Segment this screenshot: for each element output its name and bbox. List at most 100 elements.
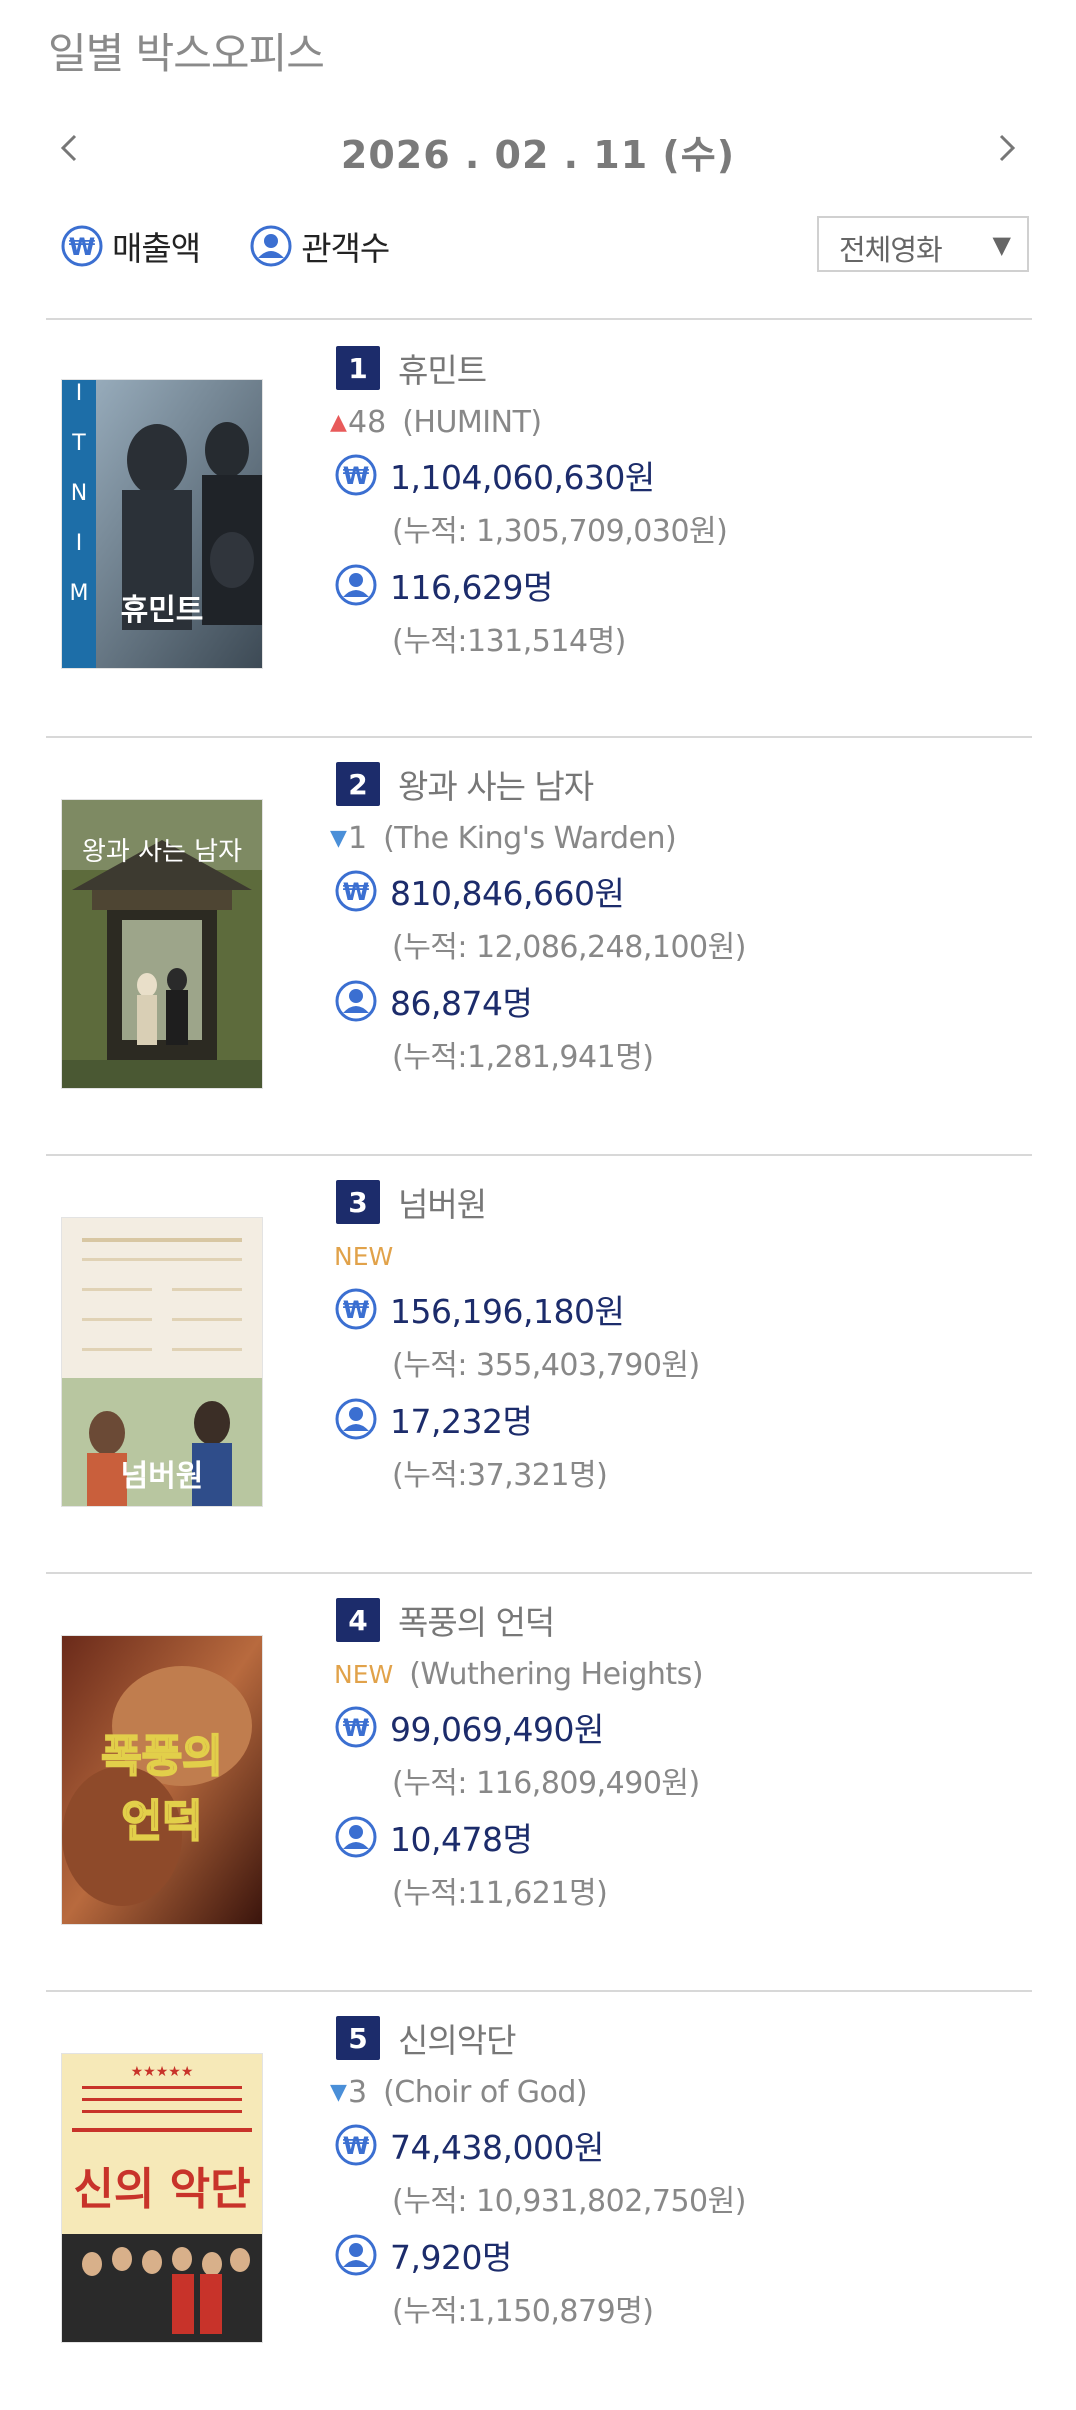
daily-sales: 1,104,060,630원: [390, 458, 655, 497]
audience-row: 17,232명: [334, 1396, 533, 1442]
rank-badge: 1: [336, 346, 380, 390]
arrow-down-icon: ▼: [330, 825, 347, 851]
daily-audience: 7,920명: [390, 2238, 512, 2277]
sales-row: ₩ 1,104,060,630원: [334, 452, 655, 498]
person-icon: [249, 224, 293, 268]
daily-audience: 10,478명: [390, 1820, 533, 1859]
sales-row: ₩ 99,069,490원: [334, 1704, 604, 1750]
person-icon: [334, 563, 378, 607]
rank-change: NEW: [330, 1236, 393, 1276]
person-icon: [334, 1397, 378, 1441]
svg-text:₩: ₩: [343, 2132, 370, 2160]
next-date-button[interactable]: [986, 128, 1026, 168]
date-label: 2026 . 02 . 11 (수): [340, 133, 736, 177]
cumulative-audience: (누적:1,150,879명): [392, 2294, 654, 2329]
svg-text:폭풍의: 폭풍의: [101, 1731, 222, 1782]
legend-sales-label: 매출액: [112, 229, 201, 268]
movie-poster[interactable]: 넘버원: [62, 1218, 262, 1506]
rank-badge: 4: [336, 1598, 380, 1642]
movie-title[interactable]: 왕과 사는 남자: [398, 760, 594, 808]
person-icon: [334, 1815, 378, 1859]
movie-title[interactable]: 신의악단: [398, 2014, 516, 2062]
svg-text:N: N: [71, 481, 87, 506]
movie-title[interactable]: 휴민트: [398, 344, 487, 392]
movie-filter-select[interactable]: 전체영화 ▼: [817, 216, 1029, 272]
legend-sales: ₩ 매출액: [60, 222, 201, 270]
daily-audience: 116,629명: [390, 568, 553, 607]
won-icon: ₩: [334, 1705, 378, 1749]
daily-audience: 86,874명: [390, 984, 533, 1023]
cumulative-audience: (누적:37,321명): [392, 1458, 608, 1493]
rank-row: 2 왕과 사는 남자: [336, 760, 594, 808]
sales-row: ₩ 156,196,180원: [334, 1286, 625, 1332]
cumulative-audience: (누적:131,514명): [392, 624, 626, 659]
movie-item-4[interactable]: 폭풍의 언덕 4 폭풍의 언덕 NEW (Wuthering Heights) …: [46, 1574, 1032, 1992]
movie-item-2[interactable]: 왕과 사는 남자 2 왕과 사는 남자 ▼ 1 (The King's Ward…: [46, 738, 1032, 1156]
svg-text:₩: ₩: [69, 233, 96, 261]
daily-sales: 156,196,180원: [390, 1292, 625, 1331]
audience-row: 7,920명: [334, 2232, 512, 2278]
poster-title-text: 넘버원: [121, 1459, 204, 1494]
svg-text:M: M: [70, 581, 89, 606]
movie-poster[interactable]: 왕과 사는 남자: [62, 800, 262, 1088]
rank-row: 4 폭풍의 언덕: [336, 1596, 555, 1644]
svg-text:T: T: [71, 431, 86, 456]
won-icon: ₩: [334, 1287, 378, 1331]
rank-change: ▼ 1 (The King's Warden): [330, 818, 677, 858]
movie-poster[interactable]: I T N I M 휴민트: [62, 380, 262, 668]
audience-row: 116,629명: [334, 562, 553, 608]
movie-item-5[interactable]: ★★★★★ 신의 악단 5 신의악단 ▼ 3 (Choir of God) ₩ …: [46, 1992, 1032, 2410]
daily-audience: 17,232명: [390, 1402, 533, 1441]
movie-poster[interactable]: ★★★★★ 신의 악단: [62, 2054, 262, 2342]
daily-sales: 810,846,660원: [390, 874, 625, 913]
movie-poster[interactable]: 폭풍의 언덕: [62, 1636, 262, 1924]
svg-text:₩: ₩: [343, 1296, 370, 1324]
cumulative-sales: (누적: 355,403,790원): [392, 1348, 700, 1383]
rank-change: NEW (Wuthering Heights): [330, 1654, 704, 1694]
cumulative-sales: (누적: 116,809,490원): [392, 1766, 700, 1801]
rank-change-value: 3: [348, 2074, 368, 2110]
rank-change: ▲ 48 (HUMINT): [330, 402, 542, 442]
svg-text:★★★★★: ★★★★★: [131, 2064, 194, 2080]
svg-text:I: I: [76, 531, 83, 556]
rank-change-value: 1: [348, 820, 368, 856]
caret-down-icon: ▼: [992, 231, 1011, 259]
new-badge: NEW: [334, 1659, 394, 1689]
chevron-right-icon: [999, 134, 1016, 162]
poster-title-text: 신의 악단: [73, 2164, 250, 2215]
cumulative-sales: (누적: 1,305,709,030원): [392, 514, 728, 549]
svg-text:언덕: 언덕: [122, 1796, 203, 1847]
cumulative-sales: (누적: 12,086,248,100원): [392, 930, 746, 965]
won-icon: ₩: [334, 453, 378, 497]
daily-sales: 99,069,490원: [390, 1710, 604, 1749]
svg-text:₩: ₩: [343, 878, 370, 906]
person-icon: [334, 979, 378, 1023]
page-title: 일별 박스오피스: [48, 29, 325, 78]
movie-filter-value: 전체영화: [839, 233, 943, 267]
movie-title[interactable]: 폭풍의 언덕: [398, 1596, 555, 1644]
movie-title[interactable]: 넘버원: [398, 1178, 487, 1226]
english-title: (Wuthering Heights): [409, 1656, 704, 1692]
svg-text:₩: ₩: [343, 462, 370, 490]
poster-title-text: 휴민트: [121, 593, 204, 628]
rank-change-value: 48: [348, 404, 387, 440]
arrow-down-icon: ▼: [330, 2079, 347, 2105]
daily-sales: 74,438,000원: [390, 2128, 604, 2167]
person-icon: [334, 2233, 378, 2277]
legend-audience: 관객수: [249, 222, 390, 270]
svg-text:I: I: [76, 381, 83, 406]
english-title: (The King's Warden): [383, 820, 677, 856]
poster-title-text: 왕과 사는 남자: [82, 837, 242, 867]
rank-badge: 5: [336, 2016, 380, 2060]
arrow-up-icon: ▲: [330, 409, 347, 435]
new-badge: NEW: [334, 1241, 394, 1271]
cumulative-audience: (누적:1,281,941명): [392, 1040, 654, 1075]
movie-item-1[interactable]: I T N I M 휴민트 1 휴민트 ▲ 48 (HUMINT) ₩ 1,10…: [46, 320, 1032, 738]
won-icon: ₩: [334, 2123, 378, 2167]
rank-badge: 3: [336, 1180, 380, 1224]
rank-change: ▼ 3 (Choir of God): [330, 2072, 588, 2112]
rank-badge: 2: [336, 762, 380, 806]
cumulative-sales: (누적: 10,931,802,750원): [392, 2184, 746, 2219]
movie-item-3[interactable]: 넘버원 3 넘버원 NEW ₩ 156,196,180원 (누적: 355,40…: [46, 1156, 1032, 1574]
english-title: (HUMINT): [402, 404, 542, 440]
